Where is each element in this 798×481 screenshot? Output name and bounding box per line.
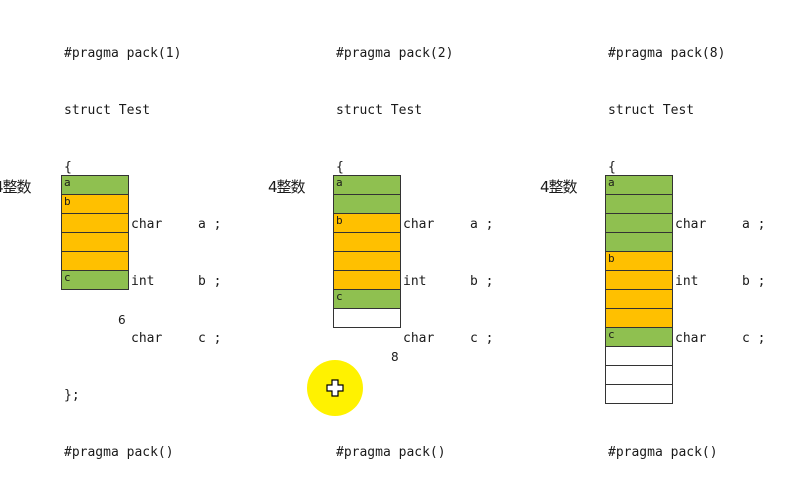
memory-byte-cell [605,347,673,366]
memory-byte-cell [605,233,673,252]
crosshair-icon [326,379,344,397]
memory-byte-cell: a [333,176,401,195]
struct-line: struct Test [608,103,695,118]
side-label: 4整数 [0,178,32,196]
pragma-line: #pragma pack(2) [336,46,454,61]
memory-byte-cell [605,271,673,290]
pragma-end-line: #pragma pack() [336,445,446,460]
memory-byte-cell [605,366,673,385]
member-name: c ; [470,331,494,346]
memory-byte-cell [61,233,129,252]
member-type: int [403,274,427,289]
memory-byte-cell [333,195,401,214]
struct-size-label: 6 [118,313,126,327]
memory-byte-cell: b [605,252,673,271]
pragma-line: #pragma pack(1) [64,46,182,61]
member-type: char [403,331,435,346]
memory-byte-cell [333,233,401,252]
struct-size-label: 8 [391,350,399,364]
memory-byte-cell [333,271,401,290]
memory-byte-cell: b [333,214,401,233]
member-type: char [131,331,163,346]
memory-byte-cell [605,309,673,328]
member-name: c ; [742,331,766,346]
mouse-pointer-highlight-icon [307,360,363,416]
pragma-line: #pragma pack(8) [608,46,726,61]
memory-byte-cell [61,252,129,271]
member-name: b ; [198,274,222,289]
struct-line: struct Test [336,103,423,118]
member-name: b ; [470,274,494,289]
memory-layout-pack8: a b c [605,175,673,404]
side-label: 4整数 [540,178,578,196]
memory-byte-cell: c [605,328,673,347]
struct-line: struct Test [64,103,151,118]
member-type: char [403,217,435,232]
memory-byte-cell: b [61,195,129,214]
memory-byte-cell [605,385,673,404]
side-label: 4整数 [268,178,306,196]
pragma-end-line: #pragma pack() [64,445,174,460]
memory-byte-cell [605,195,673,214]
memory-byte-cell [605,290,673,309]
member-type: int [675,274,699,289]
member-c: char c ; [336,329,493,348]
member-type: char [675,331,707,346]
memory-byte-cell [605,214,673,233]
memory-byte-cell: c [333,290,401,309]
memory-layout-pack1: ab c [61,175,129,290]
member-name: a ; [742,217,766,232]
memory-layout-pack2: ab c [333,175,401,328]
memory-byte-cell [61,214,129,233]
memory-byte-cell: a [605,176,673,195]
member-name: a ; [198,217,222,232]
member-c: char c ; [64,329,221,348]
member-name: b ; [742,274,766,289]
close-brace: }; [64,388,80,403]
memory-byte-cell: c [61,271,129,290]
member-name: c ; [198,331,222,346]
member-name: a ; [470,217,494,232]
pragma-end-line: #pragma pack() [608,445,718,460]
member-type: int [131,274,155,289]
memory-byte-cell [333,309,401,328]
memory-byte-cell [333,252,401,271]
memory-byte-cell: a [61,176,129,195]
member-type: char [675,217,707,232]
member-type: char [131,217,163,232]
